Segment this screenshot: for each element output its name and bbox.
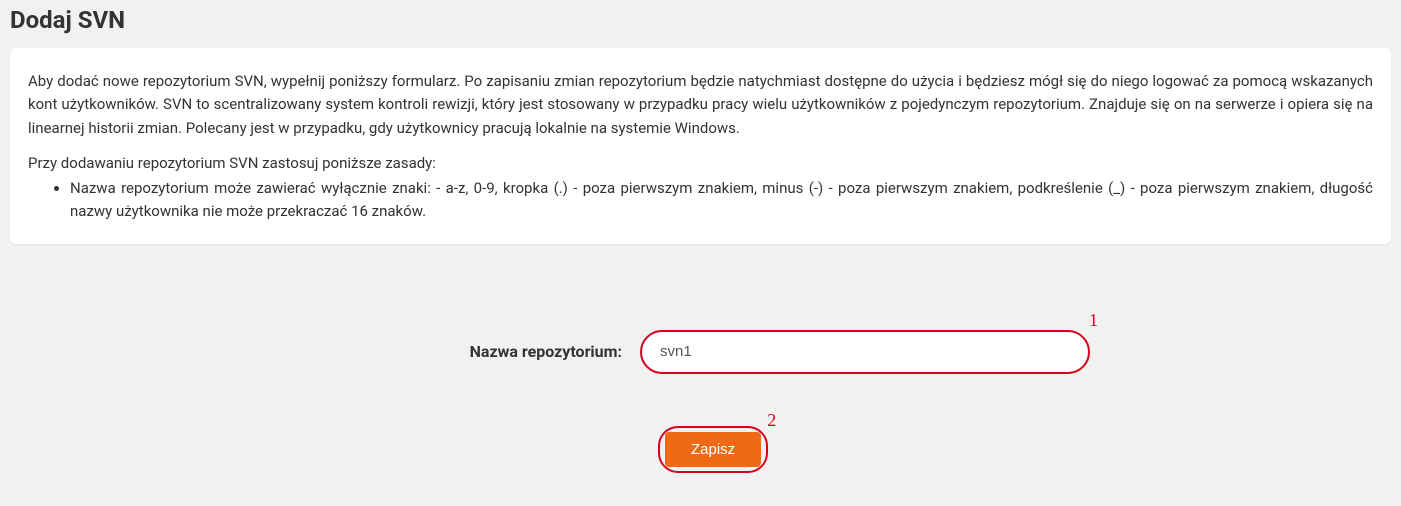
page-header: Dodaj SVN xyxy=(0,0,1401,48)
info-paragraph-main: Aby dodać nowe repozytorium SVN, wypełni… xyxy=(28,70,1373,140)
repo-name-input[interactable] xyxy=(640,330,1090,374)
info-rules-list: Nazwa repozytorium może zawierać wyłączn… xyxy=(28,177,1373,224)
info-panel: Aby dodać nowe repozytorium SVN, wypełni… xyxy=(10,48,1391,244)
annotation-2: 2 xyxy=(767,410,776,431)
info-rules-intro: Przy dodawaniu repozytorium SVN zastosuj… xyxy=(28,152,1373,175)
repo-name-input-wrap: 1 xyxy=(640,330,1090,374)
annotation-1: 1 xyxy=(1089,310,1098,331)
info-rule-item: Nazwa repozytorium może zawierać wyłączn… xyxy=(70,177,1373,224)
save-button-highlight: Zapisz 2 xyxy=(658,426,768,473)
form-row-repo-name: Nazwa repozytorium: 1 xyxy=(0,330,1401,374)
save-button[interactable]: Zapisz xyxy=(665,432,761,467)
page-title: Dodaj SVN xyxy=(10,6,1391,34)
button-row: Zapisz 2 xyxy=(0,426,1401,473)
repo-name-label: Nazwa repozytorium: xyxy=(0,342,640,361)
form-area: Nazwa repozytorium: 1 Zapisz 2 xyxy=(0,244,1401,493)
